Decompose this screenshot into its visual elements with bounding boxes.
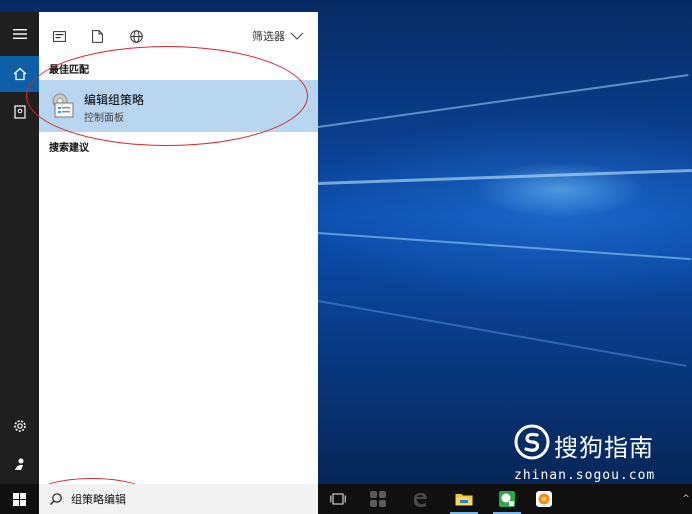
light-beam — [317, 168, 692, 185]
result-title: 编辑组策略 — [84, 93, 145, 107]
feedback-icon[interactable] — [0, 446, 39, 482]
home-icon[interactable] — [0, 56, 39, 92]
apps-icon[interactable] — [49, 26, 69, 46]
chevron-down-icon — [290, 32, 304, 40]
task-view-icon[interactable] — [318, 484, 358, 514]
app-grey-icon[interactable] — [358, 484, 398, 514]
notebook-icon[interactable] — [0, 94, 39, 130]
file-explorer-icon[interactable] — [444, 484, 484, 514]
search-filter-toolbar: 筛选器 — [39, 24, 318, 48]
watermark-brand: 搜狗指南 — [554, 434, 654, 462]
tray-overflow-chevron[interactable]: ^ — [682, 488, 690, 510]
start-left-rail — [0, 12, 39, 484]
search-query-text: 组策略编辑 — [71, 493, 126, 506]
result-subtitle: 控制面板 — [84, 113, 124, 124]
sogou-watermark: 搜狗指南 zhinan.sogou.com — [512, 424, 682, 484]
globe-icon[interactable] — [126, 26, 146, 46]
group-policy-icon — [49, 91, 77, 119]
edge-icon[interactable] — [400, 484, 440, 514]
watermark-url: zhinan.sogou.com — [514, 468, 656, 483]
search-results-panel: 筛选器 最佳匹配 编辑组策略 控制面板 搜索建议 — [39, 12, 318, 484]
taskbar-search-box[interactable]: 组策略编辑 — [39, 484, 318, 514]
sogou-logo-icon — [514, 424, 550, 460]
orange-app-icon[interactable] — [524, 484, 564, 514]
filters-label: 筛选器 — [252, 30, 285, 43]
windows-start-icon[interactable] — [0, 484, 39, 514]
light-beam — [317, 232, 692, 261]
best-match-heading: 最佳匹配 — [49, 65, 89, 76]
best-match-result[interactable]: 编辑组策略 控制面板 — [39, 80, 318, 132]
light-beam — [317, 300, 687, 367]
hamburger-menu-icon[interactable] — [0, 16, 39, 52]
search-icon — [50, 493, 62, 505]
filters-dropdown[interactable]: 筛选器 — [252, 26, 304, 46]
settings-icon[interactable] — [0, 408, 39, 444]
light-beam — [317, 73, 689, 128]
green-app-icon[interactable] — [487, 484, 527, 514]
search-suggestions-heading: 搜索建议 — [49, 143, 89, 154]
taskbar: 组策略编辑 ^ — [0, 484, 692, 514]
document-icon[interactable] — [87, 26, 107, 46]
